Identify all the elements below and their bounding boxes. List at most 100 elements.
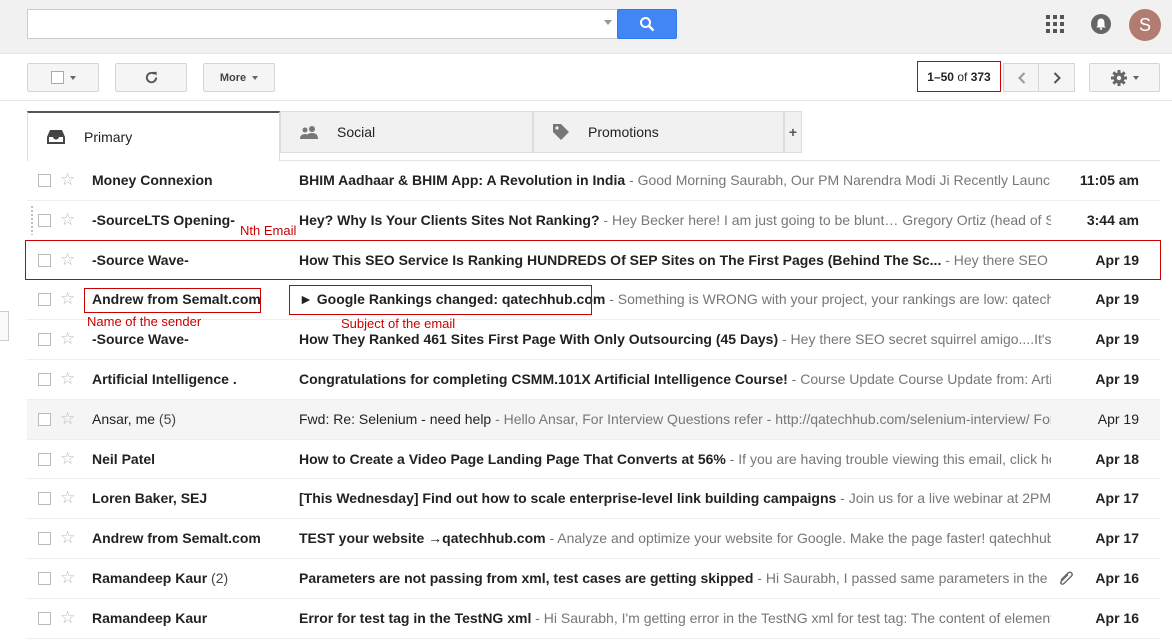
table-row[interactable]: ☆ -SourceLTS Opening- Hey? Why Is Your C… <box>27 200 1160 241</box>
apps-grid-icon[interactable] <box>1046 15 1064 33</box>
tab-label: Social <box>337 124 376 140</box>
table-row[interactable]: ☆ Andrew from Semalt.com TEST your websi… <box>27 519 1160 559</box>
star-icon[interactable]: ☆ <box>60 608 75 628</box>
sender-name: Neil Patel <box>92 450 156 467</box>
drag-handle-icon[interactable] <box>30 204 34 235</box>
sender-name: -Source Wave- <box>92 331 189 348</box>
row-checkbox[interactable] <box>38 333 51 347</box>
star-icon[interactable]: ☆ <box>60 568 75 588</box>
subject-snippet: Hey? Why Is Your Clients Sites Not Ranki… <box>299 212 1051 228</box>
snippet: - Course Update Course Update from: Arti… <box>791 370 1051 387</box>
sender-name: Ansar, me (5) <box>92 410 177 427</box>
subject-snippet: How to Create a Video Page Landing Page … <box>299 451 1051 467</box>
date: Apr 19 <box>1095 291 1139 308</box>
row-checkbox[interactable] <box>38 532 51 546</box>
attachment-icon <box>1060 571 1073 585</box>
date: Apr 19 <box>1095 370 1139 387</box>
chevron-down-icon <box>69 75 76 80</box>
snippet: - Hey there SEO secret squirrel amigo...… <box>781 331 1051 348</box>
tag-icon <box>552 123 570 141</box>
nth-email-highlight <box>25 240 1161 280</box>
star-icon[interactable]: ☆ <box>60 210 75 230</box>
subject: Error for test tag in the TestNG xml <box>299 609 532 626</box>
star-icon[interactable]: ☆ <box>60 449 75 469</box>
snippet: - Hello Ansar, For Interview Questions r… <box>491 410 1051 427</box>
subject: Hey? Why Is Your Clients Sites Not Ranki… <box>299 211 600 228</box>
table-row[interactable]: ☆ Ramandeep Kaur Error for test tag in t… <box>27 598 1160 639</box>
settings-button[interactable] <box>1089 63 1160 92</box>
table-row[interactable]: ☆ Artificial Intelligence . Congratulati… <box>27 359 1160 400</box>
row-checkbox[interactable] <box>38 293 51 307</box>
search-input[interactable] <box>27 9 618 39</box>
nth-email-annotation: Nth Email <box>240 223 297 238</box>
row-checkbox[interactable] <box>38 412 51 426</box>
table-row[interactable]: ☆ Ansar, me (5) Fwd: Re: Selenium - need… <box>27 399 1160 440</box>
star-icon[interactable]: ☆ <box>60 369 75 389</box>
subject: Congratulations for completing CSMM.101X… <box>299 370 788 387</box>
snippet: - If you are having trouble viewing this… <box>729 450 1051 467</box>
snippet: - Join us for a live webinar at 2PM EST … <box>840 490 1051 507</box>
subject-snippet: TEST your website →qatechhub.com - Analy… <box>299 530 1051 546</box>
row-checkbox[interactable] <box>38 213 51 227</box>
table-row[interactable]: ☆ Money Connexion BHIM Aadhaar & BHIM Ap… <box>27 161 1160 201</box>
star-icon[interactable]: ☆ <box>60 528 75 548</box>
snippet: - Something is WRONG with your project, … <box>609 291 1051 308</box>
older-button[interactable] <box>1038 63 1075 92</box>
subject: BHIM Aadhaar & BHIM App: A Revolution in… <box>299 172 626 188</box>
avatar[interactable]: S <box>1129 9 1161 41</box>
select-all-checkbox[interactable] <box>50 71 64 84</box>
search-options-caret-icon[interactable] <box>604 20 612 25</box>
subject: Fwd: Re: Selenium - need help <box>299 410 492 427</box>
side-panel-handle[interactable] <box>0 311 9 341</box>
star-icon[interactable]: ☆ <box>60 488 75 508</box>
tab-promotions[interactable]: Promotions <box>533 111 784 153</box>
sender-annotation: Name of the sender <box>87 314 202 329</box>
star-icon[interactable]: ☆ <box>60 409 75 429</box>
add-tab-button[interactable]: + <box>784 111 802 153</box>
star-icon[interactable]: ☆ <box>60 329 75 349</box>
star-icon[interactable]: ☆ <box>60 170 75 190</box>
pager-total: 373 <box>970 69 991 84</box>
table-row[interactable]: ☆ Neil Patel How to Create a Video Page … <box>27 439 1160 480</box>
subject-snippet: Congratulations for completing CSMM.101X… <box>299 371 1051 387</box>
row-checkbox[interactable] <box>38 492 51 506</box>
more-button[interactable]: More <box>203 63 275 92</box>
subject-snippet: How They Ranked 461 Sites First Page Wit… <box>299 331 1051 347</box>
tab-social[interactable]: Social <box>280 111 533 153</box>
pager-of: of <box>957 69 968 84</box>
email-list: ☆ Money Connexion BHIM Aadhaar & BHIM Ap… <box>27 161 1160 639</box>
row-checkbox[interactable] <box>38 611 51 625</box>
snippet: - Hi Saurabh, I'm getting error in the T… <box>531 609 1051 626</box>
sender-name: Loren Baker, SEJ <box>92 490 208 507</box>
subject: How to Create a Video Page Landing Page … <box>299 450 726 467</box>
chevron-right-icon <box>1053 71 1061 84</box>
subject-snippet: Parameters are not passing from xml, tes… <box>299 570 1051 586</box>
row-checkbox[interactable] <box>38 571 51 585</box>
date: 3:44 am <box>1086 211 1139 228</box>
row-checkbox[interactable] <box>38 372 51 386</box>
sender-name: Ramandeep Kaur <box>92 609 208 626</box>
table-row[interactable]: ☆ Ramandeep Kaur (2) Parameters are not … <box>27 558 1160 599</box>
refresh-button[interactable] <box>115 63 187 92</box>
row-checkbox[interactable] <box>38 174 51 187</box>
select-checkbox-button[interactable] <box>27 63 99 92</box>
subject-highlight <box>289 285 592 315</box>
star-icon[interactable]: ☆ <box>60 289 75 309</box>
date: Apr 18 <box>1095 450 1139 467</box>
subject: TEST your website →qatechhub.com <box>299 530 546 547</box>
newer-button[interactable] <box>1003 63 1040 92</box>
tab-primary[interactable]: Primary <box>27 111 280 161</box>
snippet: - Analyze and optimize your website for … <box>545 530 1051 547</box>
table-row[interactable]: ☆ Loren Baker, SEJ [This Wednesday] Find… <box>27 479 1160 520</box>
sender-highlight <box>84 288 261 313</box>
subject-snippet: Fwd: Re: Selenium - need help - Hello An… <box>299 411 1051 427</box>
date: 11:05 am <box>1079 172 1139 188</box>
subject-snippet: BHIM Aadhaar & BHIM App: A Revolution in… <box>299 172 1051 188</box>
row-checkbox[interactable] <box>38 452 51 466</box>
pager-range: 1–50 <box>927 69 954 84</box>
search-button[interactable] <box>617 9 677 39</box>
notifications-icon[interactable] <box>1091 14 1111 34</box>
subject: Parameters are not passing from xml, tes… <box>299 569 754 586</box>
sender-name: Ramandeep Kaur (2) <box>92 569 229 586</box>
refresh-icon <box>145 71 157 84</box>
